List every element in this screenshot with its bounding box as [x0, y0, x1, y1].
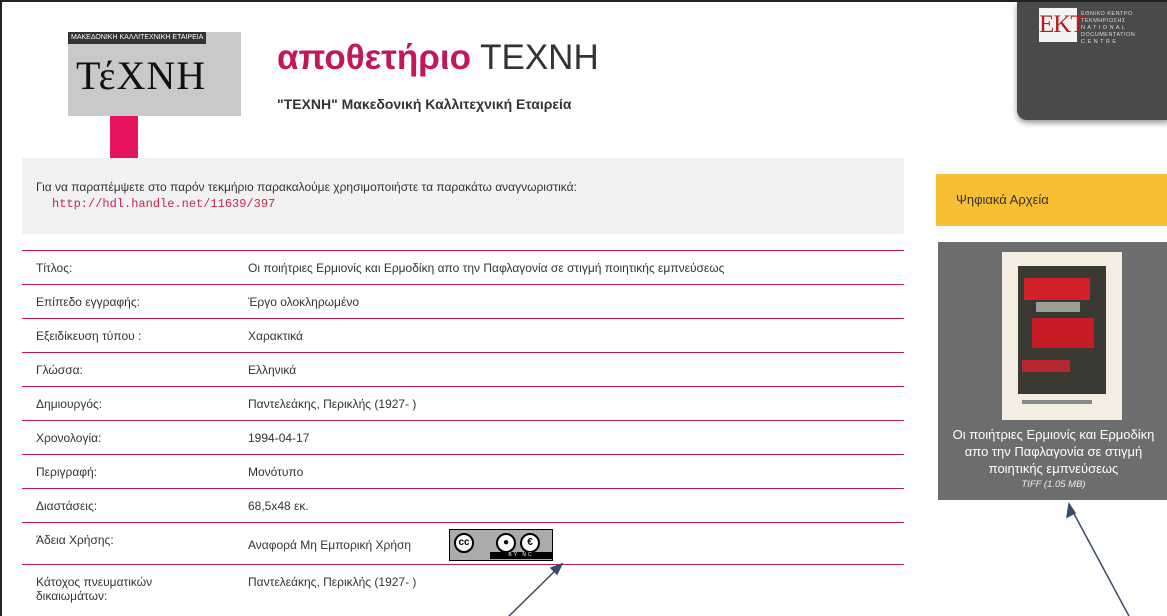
cc-license-badge[interactable]: cc ● € BY NC — [449, 529, 553, 561]
artwork-red-patch — [1032, 318, 1094, 348]
metadata-label: Τίτλος: — [36, 261, 73, 275]
thumbnail-caption[interactable]: Οι ποιήτριες Ερμιονίς και Ερμοδίκη απο τ… — [938, 426, 1167, 477]
page-frame: ΜΑΚΕΔΟΝΙΚΗ ΚΑΛΛΙΤΕΧΝΙΚΗ ΕΤΑΙΡΕΙΑ ΤέΧΝΗ α… — [0, 0, 1167, 616]
metadata-row: Επίπεδο εγγραφής: Έργο ολοκληρωμένο — [22, 284, 904, 318]
metadata-row: Εξειδίκευση τύπου : Χαρακτικά — [22, 318, 904, 352]
site-title: αποθετήριο ΤΕΧΝΗ — [277, 38, 599, 78]
metadata-value: Παντελεάκης, Περικλής (1927- ) — [248, 397, 417, 411]
site-subtitle: "ΤΕΧΝΗ" Μακεδονική Καλλιτεχνική Εταιρεία — [277, 96, 572, 112]
caption-line: απο την Παφλαγονία σε στιγμή — [964, 444, 1143, 459]
ekt-line: C E N T R E — [1081, 39, 1117, 45]
logo-panel: ΜΑΚΕΔΟΝΙΚΗ ΚΑΛΛΙΤΕΧΝΙΚΗ ΕΤΑΙΡΕΙΑ ΤέΧΝΗ — [68, 32, 241, 116]
metadata-value: Αναφορά Μη Εμπορική Χρήση — [248, 538, 412, 552]
metadata-label: Επίπεδο εγγραφής: — [36, 295, 140, 309]
metadata-value: Παντελεάκης, Περικλής (1927- ) — [248, 575, 417, 589]
ekt-line: ΕΘΝΙΚΟ ΚΕΝΤΡΟ — [1081, 11, 1133, 17]
metadata-value: Χαρακτικά — [248, 329, 303, 343]
site-title-part1: αποθετήριο — [277, 38, 472, 77]
ekt-text: ΕΘΝΙΚΟ ΚΕΝΤΡΟ ΤΕΚΜΗΡΙΩΣΗΣ N A T I O N A … — [1081, 11, 1135, 46]
metadata-row: Άδεια Χρήσης: Αναφορά Μη Εμπορική Χρήση … — [22, 522, 904, 564]
ekt-line: ΤΕΚΜΗΡΙΩΣΗΣ — [1081, 18, 1126, 24]
metadata-label: Δημιουργός: — [36, 397, 103, 411]
file-size: TIFF (1.05 MB) — [1021, 479, 1086, 490]
arrow-to-thumbnail — [1071, 509, 1130, 616]
artwork-grey-patch — [1036, 302, 1080, 312]
ekt-logo[interactable]: EKT ΕΘΝΙΚΟ ΚΕΝΤΡΟ ΤΕΚΜΗΡΙΩΣΗΣ N A T I O … — [1017, 2, 1167, 120]
metadata-row: Περιγραφή: Μονότυπο — [22, 454, 904, 488]
artwork-red-patch — [1022, 360, 1070, 372]
metadata-label: Άδεια Χρήσης: — [36, 533, 114, 547]
metadata-value: Μονότυπο — [248, 465, 304, 479]
metadata-value: Έργο ολοκληρωμένο — [248, 295, 359, 309]
citation-text: Για να παραπέμψετε στο παρόν τεκμήριο πα… — [36, 180, 577, 194]
metadata-value: 68,5x48 εκ. — [248, 499, 309, 513]
site-title-part2: ΤΕΧΝΗ — [480, 38, 599, 77]
metadata-label: Κάτοχος πνευματικών δικαιωμάτων: — [36, 575, 153, 603]
metadata-row: Γλώσσα: Ελληνικά — [22, 352, 904, 386]
ekt-line: N A T I O N A L — [1081, 25, 1126, 31]
digital-archives-header[interactable]: Ψηφιακά Αρχεία — [936, 174, 1167, 226]
citation-box: Για να παραπέμψετε στο παρόν τεκμήριο πα… — [22, 158, 904, 234]
metadata-label: Γλώσσα: — [36, 363, 83, 377]
metadata-value: Οι ποιήτριες Ερμιονίς και Ερμοδίκη απο τ… — [248, 261, 725, 275]
caption-line: ποιητικής εμπνεύσεως — [988, 461, 1119, 476]
logo-word: ΤέΧΝΗ — [76, 53, 207, 98]
metadata-row: Χρονολογία: 1994-04-17 — [22, 420, 904, 454]
noncommercial-icon: € — [520, 533, 540, 553]
handle-link[interactable]: http://hdl.handle.net/11639/397 — [52, 197, 904, 211]
file-thumbnail-card[interactable]: Οι ποιήτριες Ερμιονίς και Ερμοδίκη απο τ… — [938, 242, 1167, 500]
cc-badge-strip: BY NC — [490, 552, 552, 559]
metadata-value: 1994-04-17 — [248, 431, 310, 445]
metadata-row: Κάτοχος πνευματικών δικαιωμάτων: Παντελε… — [22, 564, 904, 616]
caption-line: Οι ποιήτριες Ερμιονίς και Ερμοδίκη — [952, 427, 1155, 442]
artwork-signature — [1022, 400, 1092, 404]
ekt-line: DOCUMENTATION — [1081, 32, 1136, 38]
metadata-row: Διαστάσεις: 68,5x48 εκ. — [22, 488, 904, 522]
metadata-table: Τίτλος: Οι ποιήτριες Ερμιονίς και Ερμοδί… — [22, 250, 904, 616]
metadata-label: Χρονολογία: — [36, 431, 102, 445]
metadata-label: Εξειδίκευση τύπου : — [36, 329, 142, 343]
ekt-mark: EKT — [1039, 8, 1086, 42]
techni-logo[interactable]: ΜΑΚΕΔΟΝΙΚΗ ΚΑΛΛΙΤΕΧΝΙΚΗ ΕΤΑΙΡΕΙΑ ΤέΧΝΗ — [68, 32, 241, 160]
metadata-row: Δημιουργός: Παντελεάκης, Περικλής (1927-… — [22, 386, 904, 420]
logo-small-text: ΜΑΚΕΔΟΝΙΚΗ ΚΑΛΛΙΤΕΧΝΙΚΗ ΕΤΑΙΡΕΙΑ — [68, 32, 207, 44]
metadata-row: Τίτλος: Οι ποιήτριες Ερμιονίς και Ερμοδί… — [22, 250, 904, 284]
arrow-head — [1066, 501, 1077, 519]
metadata-label: Περιγραφή: — [36, 465, 98, 479]
logo-pink-block — [110, 116, 138, 160]
artwork-red-patch — [1024, 278, 1090, 300]
attribution-icon: ● — [496, 533, 516, 553]
metadata-label: Διαστάσεις: — [36, 499, 98, 513]
artwork-thumbnail[interactable] — [1002, 252, 1122, 420]
metadata-value: Ελληνικά — [248, 363, 297, 377]
cc-icon: cc — [454, 533, 474, 553]
